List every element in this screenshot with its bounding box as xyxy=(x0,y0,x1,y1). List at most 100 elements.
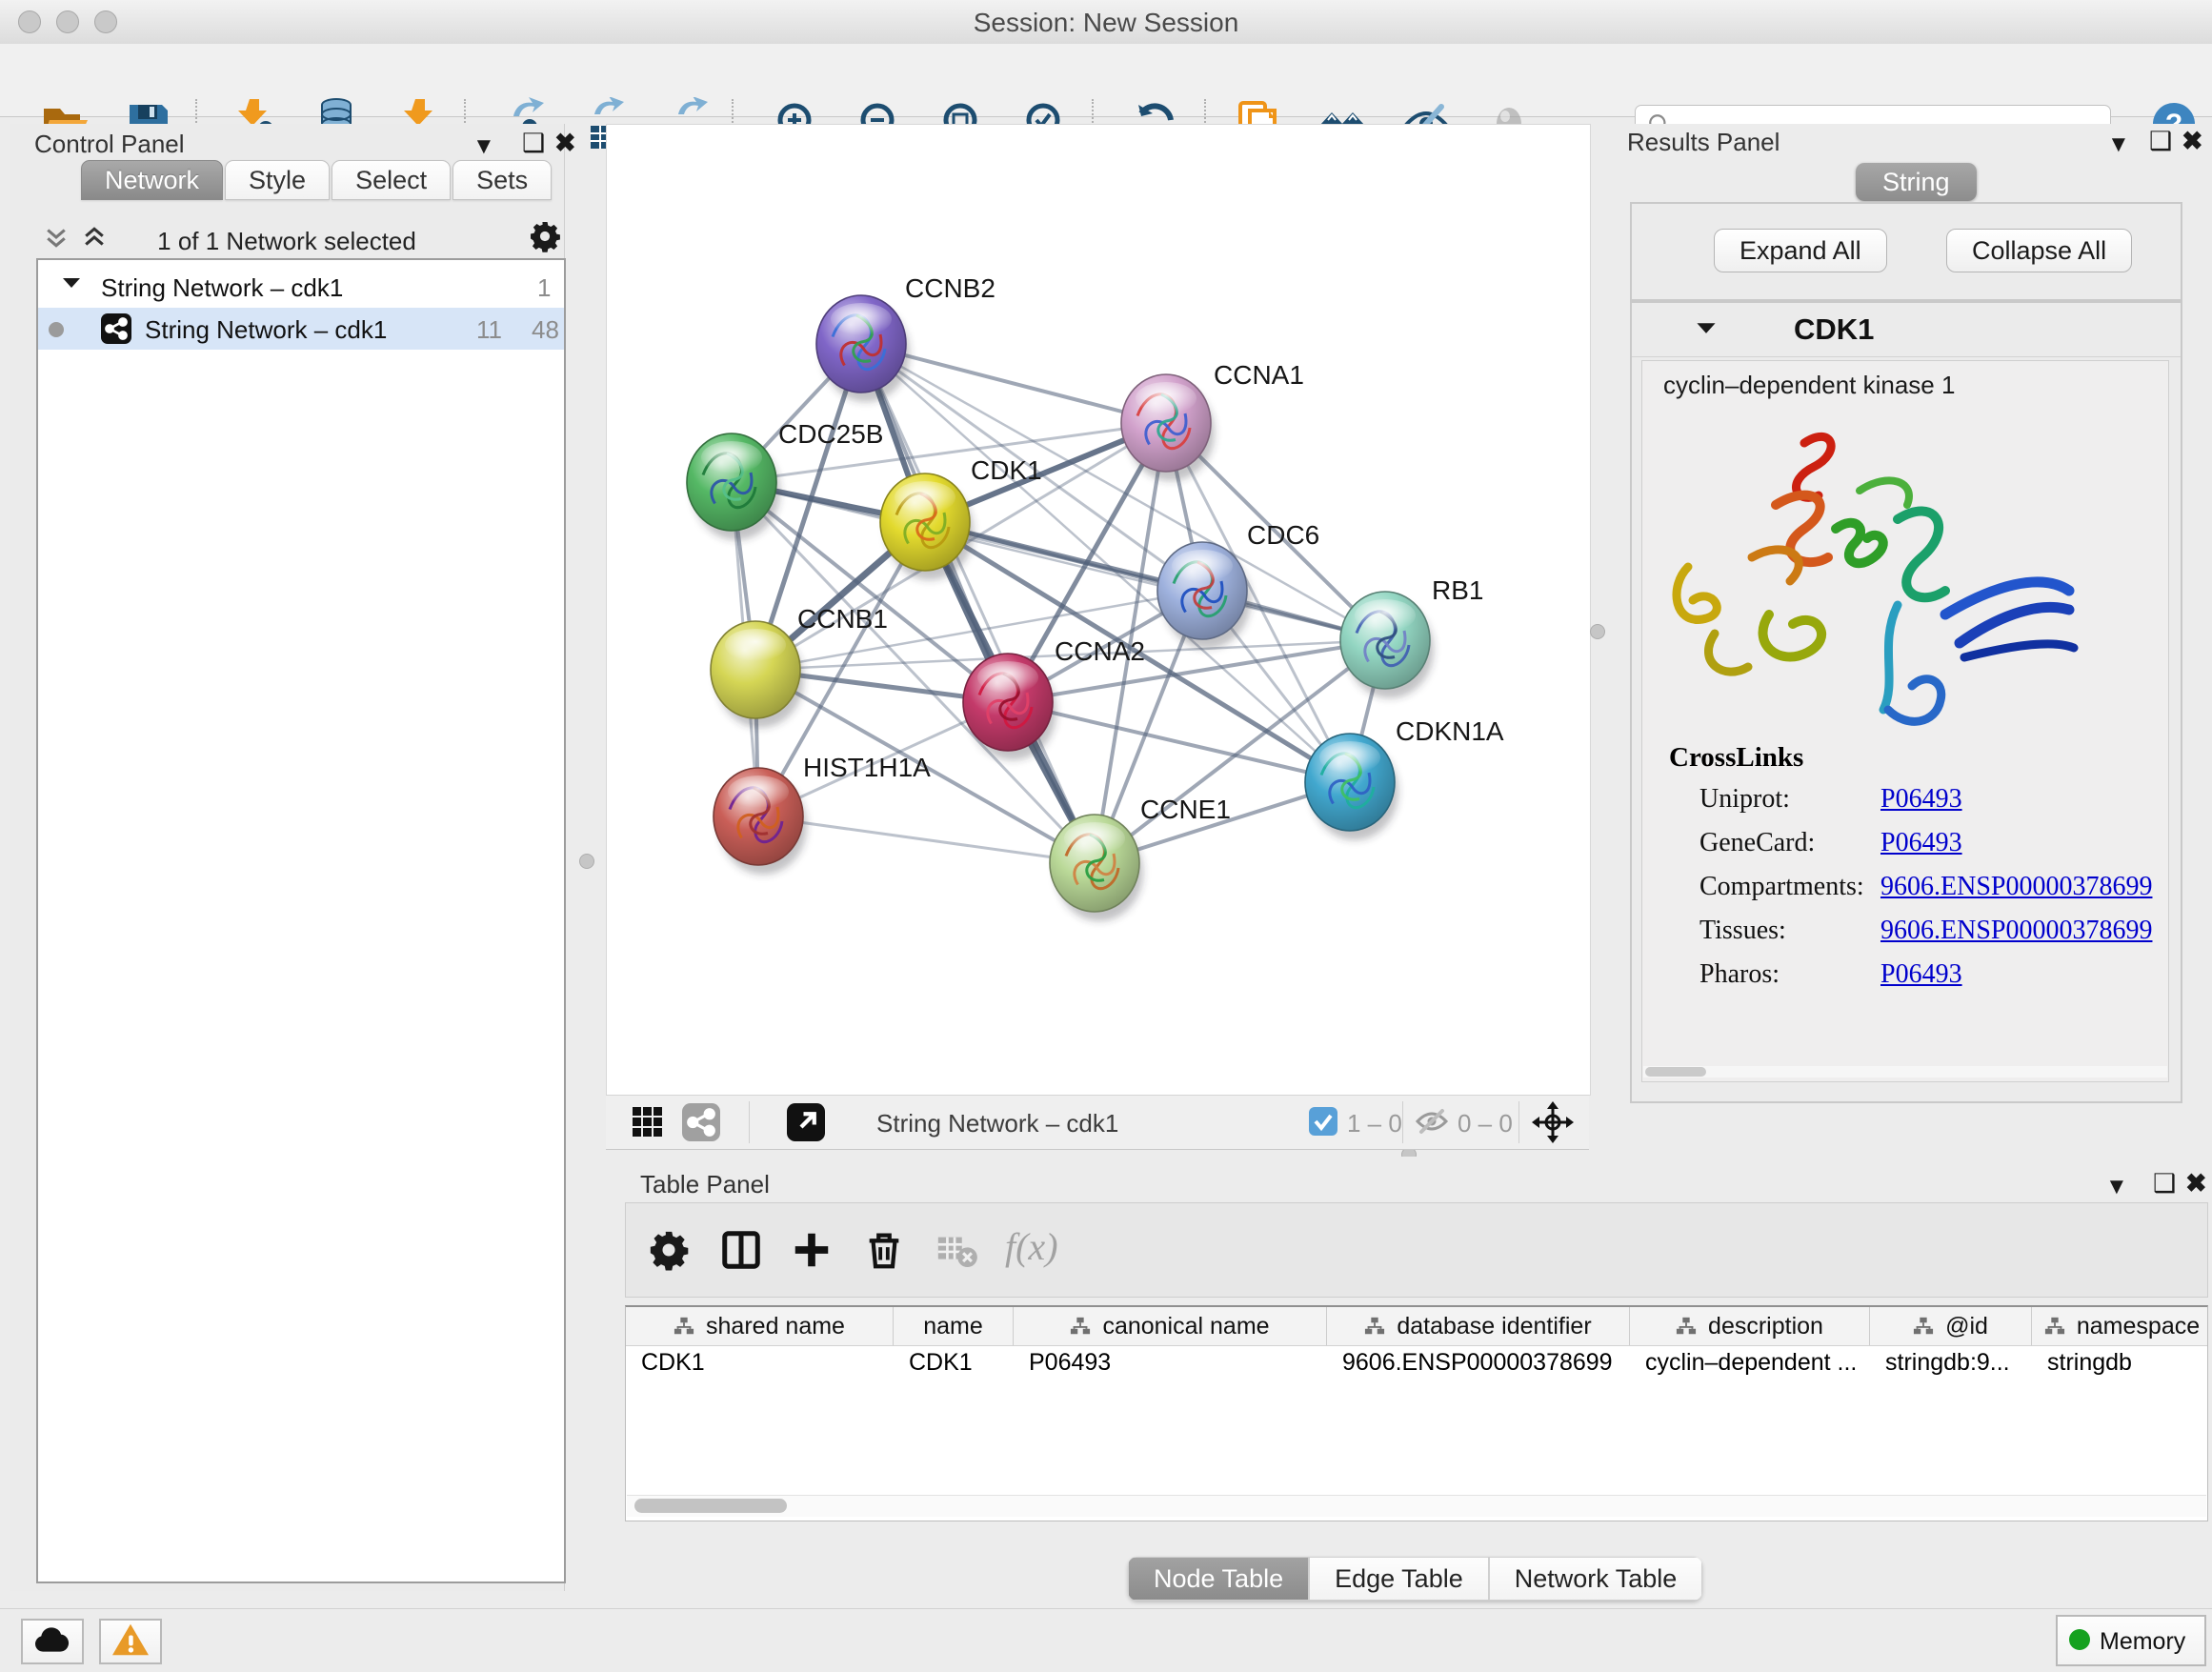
left-splitter-handle[interactable] xyxy=(579,854,594,869)
results-scrollbar-thumb[interactable] xyxy=(1645,1067,1706,1077)
table-cell[interactable]: 9606.ENSP00000378699 xyxy=(1327,1345,1630,1381)
delete-column-icon[interactable] xyxy=(862,1228,906,1272)
node-CCNB2[interactable] xyxy=(816,295,910,402)
pan-crosshair-icon[interactable] xyxy=(1532,1101,1574,1143)
node-CCNE1[interactable] xyxy=(1050,815,1143,921)
show-columns-icon[interactable] xyxy=(719,1228,763,1272)
table-cell[interactable]: CDK1 xyxy=(894,1345,1014,1381)
column-header-description[interactable]: description xyxy=(1630,1307,1870,1345)
close-panel-icon[interactable]: ✖ xyxy=(2182,130,2203,152)
expand-all-button[interactable]: Expand All xyxy=(1714,229,1887,272)
tab-network-table[interactable]: Network Table xyxy=(1489,1557,1703,1601)
table-row[interactable]: CDK1CDK1P064939606.ENSP00000378699cyclin… xyxy=(626,1345,2207,1381)
node-label-RB1: RB1 xyxy=(1432,575,1483,605)
crosslink-link[interactable]: 9606.ENSP00000378699 xyxy=(1880,916,2152,946)
network-tree: String Network – cdk1 1 String Network –… xyxy=(36,258,566,1583)
node-label-CDKN1A: CDKN1A xyxy=(1396,716,1504,746)
node-CDKN1A[interactable] xyxy=(1305,734,1398,840)
network-current-dot xyxy=(48,321,65,338)
node-CDK1[interactable] xyxy=(880,473,974,580)
node-CDC6[interactable] xyxy=(1157,542,1251,649)
memory-button[interactable]: Memory xyxy=(2056,1615,2206,1666)
collapse-collection-icon[interactable] xyxy=(61,275,82,291)
add-column-icon[interactable] xyxy=(790,1228,834,1272)
table-cell[interactable]: stringdb xyxy=(2032,1345,2212,1381)
column-header-name[interactable]: name xyxy=(894,1307,1014,1345)
node-HIST1H1A[interactable] xyxy=(714,768,807,875)
node-table[interactable]: shared name namecanonical namedatabase id… xyxy=(625,1305,2208,1521)
gene-header-row[interactable]: CDK1 xyxy=(1632,303,2181,357)
panel-menu-icon[interactable]: ▼ xyxy=(473,135,495,158)
node-label-CCNE1: CCNE1 xyxy=(1140,795,1231,824)
node-CCNA1[interactable] xyxy=(1121,374,1215,481)
network-canvas[interactable]: CCNB2CCNA1CDC25BCDK1CDC6RB1CCNB1CCNA2CDK… xyxy=(606,124,1591,1096)
network-graph[interactable]: CCNB2CCNA1CDC25BCDK1CDC6RB1CCNB1CCNA2CDK… xyxy=(607,125,1590,1095)
network-row-selected[interactable]: String Network – cdk1 11 48 xyxy=(38,308,564,350)
view-toolbar-separator xyxy=(749,1101,750,1143)
table-tabs: Node TableEdge TableNetwork Table xyxy=(1128,1557,1702,1601)
network-view-toolbar: String Network – cdk1 1 – 0 0 – 0 xyxy=(606,1095,1589,1150)
tab-sets[interactable]: Sets xyxy=(452,160,552,200)
cloud-icon xyxy=(30,1622,74,1657)
crosslink-link[interactable]: P06493 xyxy=(1880,784,1962,815)
column-header-label: shared name xyxy=(706,1313,845,1340)
table-cell[interactable]: cyclin–dependent ... xyxy=(1630,1345,1870,1381)
table-cell[interactable]: CDK1 xyxy=(626,1345,894,1381)
open-external-view-icon[interactable] xyxy=(787,1103,825,1141)
float-panel-icon[interactable]: ❑ xyxy=(522,131,545,154)
panel-menu-icon[interactable]: ▼ xyxy=(2105,1176,2128,1199)
table-scrollbar-thumb[interactable] xyxy=(634,1499,787,1513)
node-CDC25B[interactable] xyxy=(687,433,780,540)
gene-details-box: cyclin–dependent kinase 1 xyxy=(1641,360,2169,1082)
edge-HIST1H1A-CCNE1[interactable] xyxy=(758,816,1095,863)
float-panel-icon[interactable]: ❑ xyxy=(2149,130,2172,152)
node-CCNA2[interactable] xyxy=(963,654,1056,760)
tab-network[interactable]: Network xyxy=(81,160,223,200)
right-splitter-handle[interactable] xyxy=(1590,624,1605,639)
tab-string[interactable]: String xyxy=(1856,163,1977,201)
column-header-shared-name[interactable]: shared name xyxy=(626,1307,894,1345)
selected-checkbox-icon[interactable] xyxy=(1309,1107,1337,1136)
hidden-eye-slash-icon[interactable] xyxy=(1414,1107,1450,1136)
crosslink-link[interactable]: P06493 xyxy=(1880,959,1962,990)
float-panel-icon[interactable]: ❑ xyxy=(2153,1172,2176,1195)
column-header-canonical-name[interactable]: canonical name xyxy=(1014,1307,1327,1345)
hidden-count: 0 – 0 xyxy=(1458,1109,1513,1138)
status-bar: Memory xyxy=(0,1608,2212,1672)
table-options-gear-icon[interactable] xyxy=(647,1228,691,1272)
title-bar: Session: New Session xyxy=(0,0,2212,45)
panel-menu-icon[interactable]: ▼ xyxy=(2107,133,2130,156)
tab-edge-table[interactable]: Edge Table xyxy=(1309,1557,1489,1601)
tab-style[interactable]: Style xyxy=(225,160,330,200)
node-label-CDC6: CDC6 xyxy=(1247,520,1319,550)
column-header-@id[interactable]: @id xyxy=(1870,1307,2032,1345)
collapse-all-button[interactable]: Collapse All xyxy=(1946,229,2132,272)
collapse-gene-icon[interactable] xyxy=(1695,320,1718,336)
crosslink-link[interactable]: 9606.ENSP00000378699 xyxy=(1880,872,2152,902)
close-panel-icon[interactable]: ✖ xyxy=(554,131,576,154)
results-scrollbar[interactable] xyxy=(1643,1066,2167,1078)
control-panel-tabs: NetworkStyleSelectSets xyxy=(81,160,553,200)
network-collection-row[interactable]: String Network – cdk1 1 xyxy=(38,266,564,308)
table-cell[interactable]: P06493 xyxy=(1014,1345,1327,1381)
table-scrollbar[interactable] xyxy=(627,1495,2206,1517)
tab-node-table[interactable]: Node Table xyxy=(1128,1557,1309,1601)
column-header-database-identifier[interactable]: database identifier xyxy=(1327,1307,1630,1345)
table-cell[interactable]: stringdb:9... xyxy=(1870,1345,2032,1381)
cloud-status-button[interactable] xyxy=(21,1619,84,1664)
crosslink-link[interactable]: P06493 xyxy=(1880,828,1962,858)
node-label-CCNA2: CCNA2 xyxy=(1055,636,1145,666)
network-options-gear-icon[interactable] xyxy=(528,219,562,253)
window-title: Session: New Session xyxy=(0,8,2212,38)
string-view-icon[interactable] xyxy=(682,1103,720,1141)
network-column-icon xyxy=(674,1316,694,1337)
delete-table-icon xyxy=(935,1228,978,1272)
table-header-row[interactable]: shared name namecanonical namedatabase id… xyxy=(626,1307,2207,1346)
birds-eye-view-icon[interactable] xyxy=(631,1105,665,1139)
tab-select[interactable]: Select xyxy=(332,160,451,200)
node-label-HIST1H1A: HIST1H1A xyxy=(803,753,931,782)
node-RB1[interactable] xyxy=(1340,592,1434,698)
warnings-button[interactable] xyxy=(99,1619,162,1664)
column-header-namespace[interactable]: namespace xyxy=(2032,1307,2212,1345)
close-panel-icon[interactable]: ✖ xyxy=(2185,1172,2207,1195)
